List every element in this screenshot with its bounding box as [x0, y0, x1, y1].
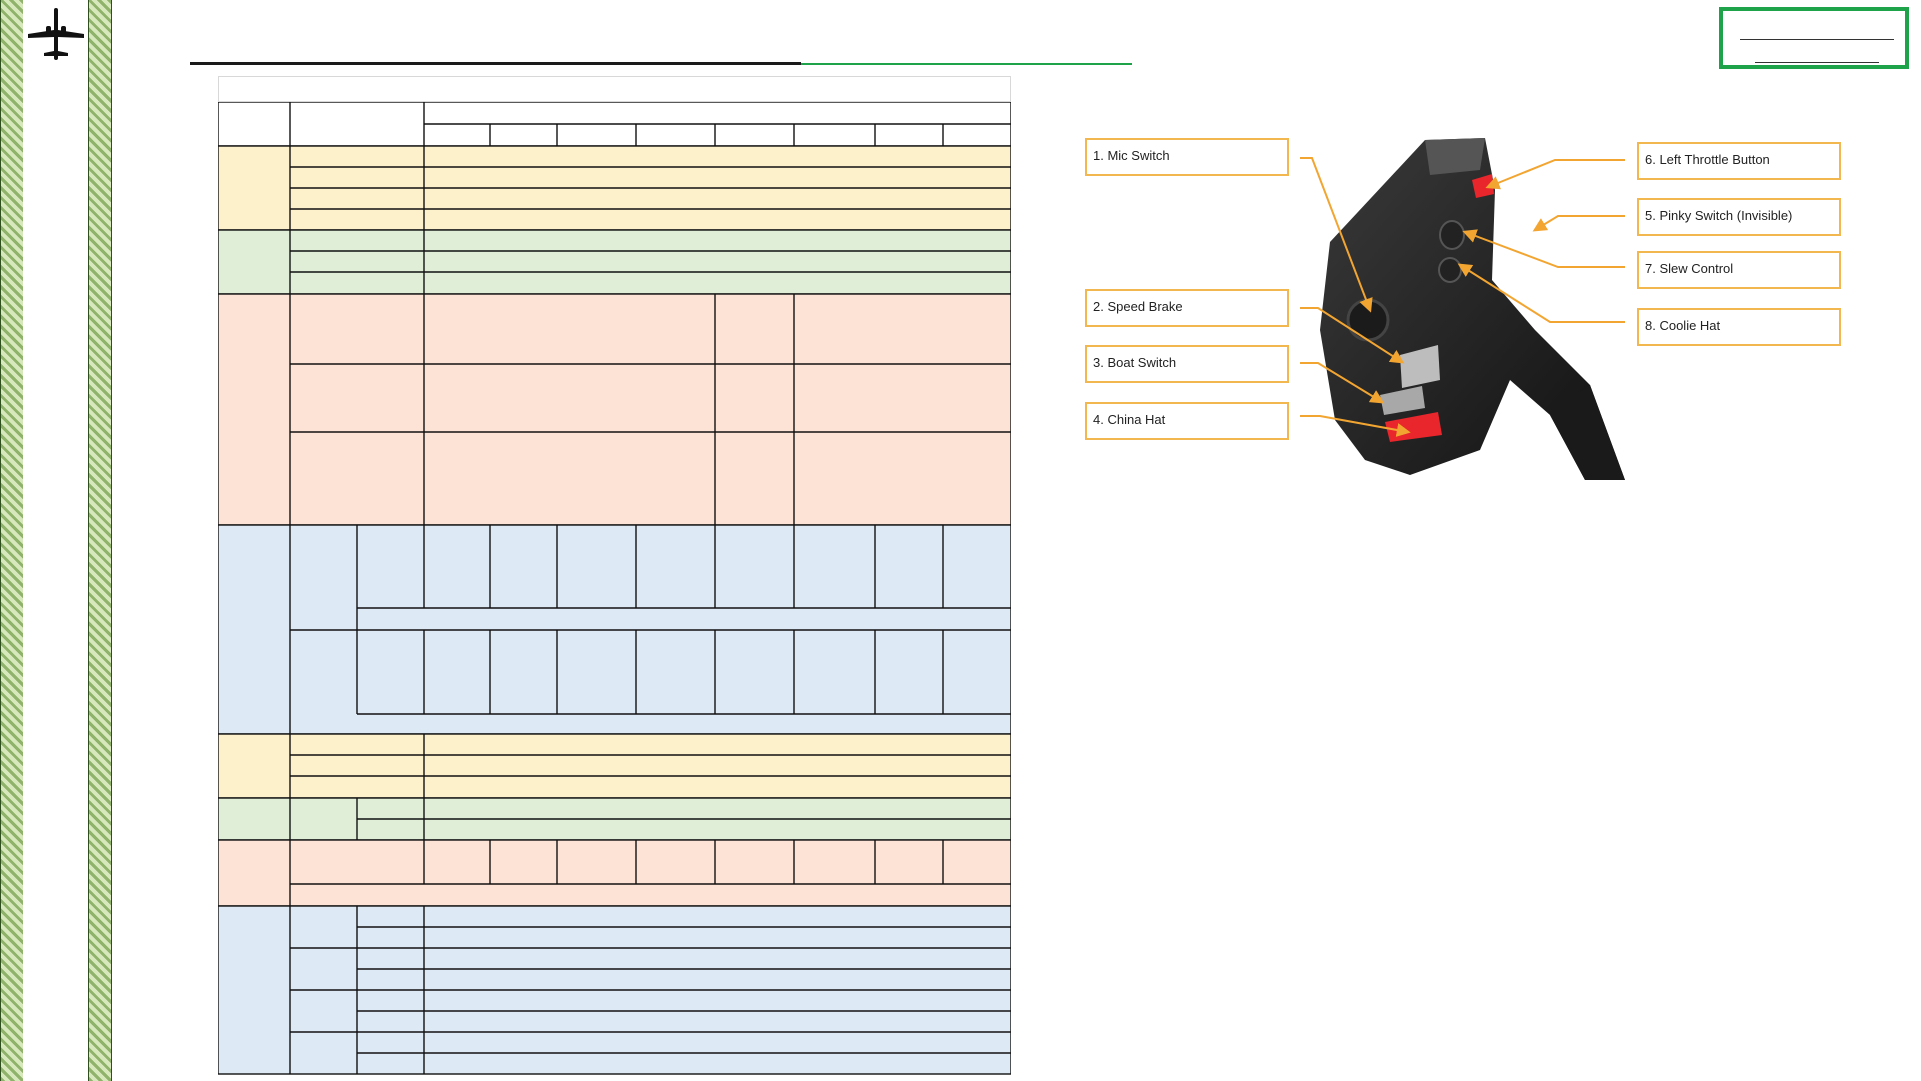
table-header-strip: [218, 76, 1011, 102]
callout-label: 8. Coolie Hat: [1645, 318, 1721, 333]
callout-label: 5. Pinky Switch (Invisible): [1645, 208, 1793, 223]
callout-label: 1. Mic Switch: [1093, 148, 1170, 163]
callout-speed-brake: 2. Speed Brake: [1085, 289, 1289, 327]
slew-control: [1439, 220, 1465, 250]
left-hatched-band: [0, 0, 24, 1081]
callout-left-throttle-button: 6. Left Throttle Button: [1637, 142, 1841, 180]
sidebar-strip: [23, 0, 87, 1081]
table-section-3: [218, 293, 1011, 526]
page-box-line-top: [1740, 39, 1894, 40]
controls-table: [218, 76, 1011, 1075]
callout-label: 7. Slew Control: [1645, 261, 1734, 276]
right-hatched-band: [88, 0, 112, 1081]
table-grid: [218, 102, 1011, 1075]
callout-label: 3. Boat Switch: [1093, 355, 1177, 370]
table-section-2: [218, 229, 1011, 295]
callout-label: 2. Speed Brake: [1093, 299, 1183, 314]
callout-slew-control: 7. Slew Control: [1637, 251, 1841, 289]
callout-boat-switch: 3. Boat Switch: [1085, 345, 1289, 383]
callout-coolie-hat: 8. Coolie Hat: [1637, 308, 1841, 346]
leader-pinky-switch: [1532, 215, 1625, 232]
callout-china-hat: 4. China Hat: [1085, 402, 1289, 440]
callout-pinky-switch: 5. Pinky Switch (Invisible): [1637, 198, 1841, 236]
callout-label: 6. Left Throttle Button: [1645, 152, 1770, 167]
callout-label: 4. China Hat: [1093, 412, 1166, 427]
throttle-grip-top: [1425, 138, 1485, 175]
header-rule-dark: [190, 62, 801, 65]
page-number-box: [1719, 7, 1909, 69]
page-box-line-bottom: [1755, 62, 1879, 63]
callout-mic-switch: 1. Mic Switch: [1085, 138, 1289, 176]
aircraft-silhouette-icon: [28, 8, 84, 60]
header-rule-green: [801, 63, 1132, 65]
table-section-5: [218, 733, 1011, 799]
table-section-7: [218, 839, 1011, 907]
coolie-hat: [1438, 257, 1462, 283]
throttle-diagram: 1. Mic Switch 2. Speed Brake 3. Boat Swi…: [1080, 130, 1850, 480]
leader-left-throttle-button: [1485, 159, 1625, 190]
